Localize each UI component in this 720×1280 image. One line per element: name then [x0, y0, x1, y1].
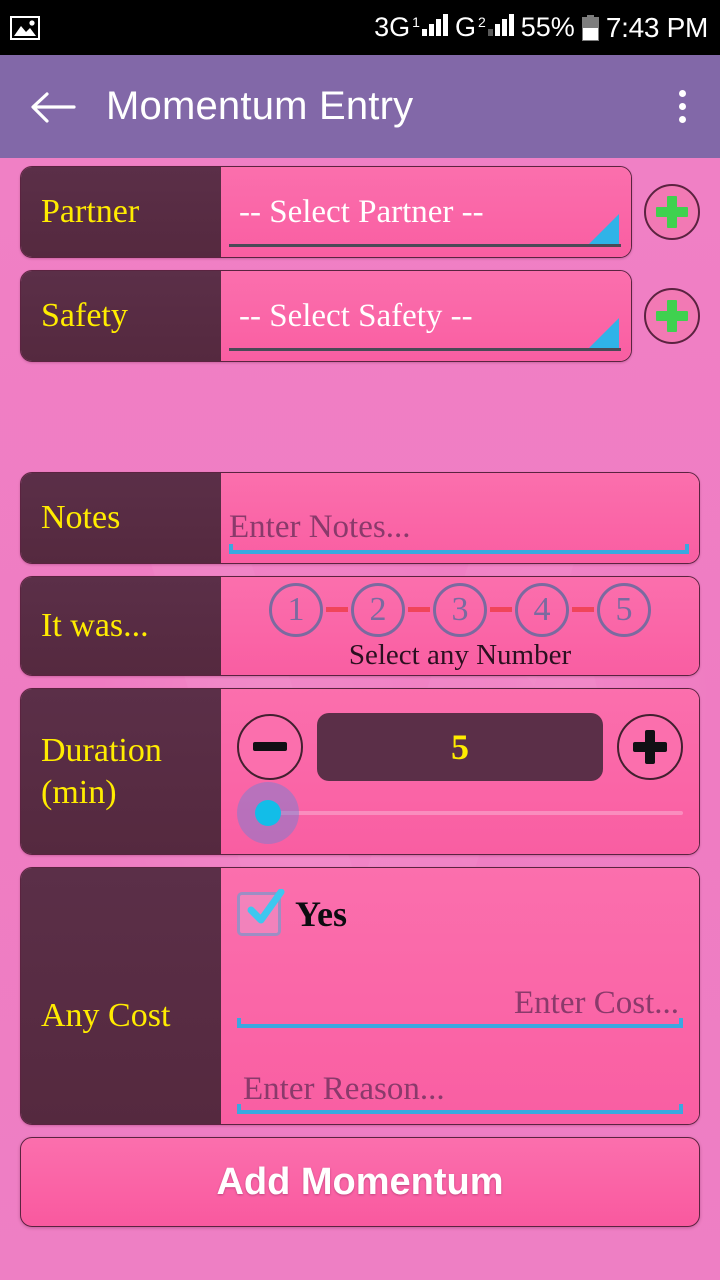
- duration-label-line2: (min): [41, 773, 117, 811]
- partner-underline: [229, 244, 621, 247]
- rating-connector-dash: [490, 607, 512, 612]
- safety-row: Safety -- Select Safety --: [0, 270, 720, 362]
- sim2-index-label: 2: [477, 14, 486, 30]
- rating-option-5[interactable]: 5: [597, 582, 651, 637]
- plus-icon: [633, 729, 667, 764]
- safety-label-block: Safety: [21, 271, 221, 361]
- form-content: Partner -- Select Partner -- Safety -- S…: [0, 158, 720, 1227]
- duration-increment-button[interactable]: [617, 713, 683, 780]
- app-bar: Momentum Entry: [0, 55, 720, 158]
- cost-reason-placeholder: Enter Reason...: [243, 1071, 445, 1107]
- rating-option-2[interactable]: 2: [351, 582, 405, 637]
- duration-decrement-button[interactable]: [237, 713, 303, 780]
- rating-hint-label: Select any Number: [348, 638, 572, 671]
- duration-label: Duration (min): [41, 730, 162, 814]
- minus-icon: [253, 742, 287, 751]
- cost-body: Yes Enter Cost... Enter Reason...: [221, 868, 699, 1124]
- rating-row: It was... 1 2 3 4 5 Select any Number: [0, 576, 720, 676]
- notes-card: Notes Enter Notes...: [20, 472, 700, 564]
- battery-percent-label: 55%: [520, 12, 575, 42]
- duration-body: 5: [221, 689, 699, 854]
- duration-value: 5: [451, 726, 469, 767]
- more-vertical-icon[interactable]: [666, 84, 698, 130]
- rating-number-group: 1 2 3 4 5: [269, 582, 651, 637]
- safety-underline: [229, 348, 621, 351]
- partner-spinner[interactable]: -- Select Partner --: [221, 167, 631, 257]
- app-screen: 3G 1 G 2 55% 7:43 PM Momentum Entry Part…: [0, 0, 720, 1280]
- sim2-network-label: G: [454, 12, 476, 42]
- notes-label-block: Notes: [21, 473, 221, 563]
- rating-connector-dash: [408, 607, 430, 612]
- partner-card: Partner -- Select Partner --: [20, 166, 632, 258]
- sim1-index-label: 1: [412, 14, 420, 30]
- cost-yes-label: Yes: [295, 894, 347, 934]
- notes-body: Enter Notes...: [221, 473, 699, 563]
- cost-row: Any Cost Yes Enter Cost... Enter Reason.…: [0, 867, 720, 1125]
- notes-row: Notes Enter Notes...: [0, 472, 720, 564]
- submit-row: Add Momentum: [0, 1137, 720, 1227]
- safety-selected-value: -- Select Safety --: [239, 297, 473, 334]
- safety-spinner[interactable]: -- Select Safety --: [221, 271, 631, 361]
- add-safety-button[interactable]: [644, 288, 700, 344]
- duration-slider[interactable]: [237, 781, 683, 844]
- sim1-signal: 3G 1: [374, 14, 448, 41]
- page-title: Momentum Entry: [106, 84, 414, 128]
- duration-label-block: Duration (min): [21, 689, 221, 854]
- checkmark-icon: [247, 889, 285, 924]
- duration-card: Duration (min) 5: [20, 688, 700, 855]
- add-partner-button[interactable]: [644, 184, 700, 240]
- duration-row: Duration (min) 5: [0, 688, 720, 855]
- duration-slider-track: [257, 810, 683, 815]
- cost-card: Any Cost Yes Enter Cost... Enter Reason.…: [20, 867, 700, 1125]
- duration-label-line1: Duration: [41, 731, 162, 769]
- cost-reason-underline: [237, 1104, 683, 1114]
- notes-label: Notes: [41, 499, 121, 536]
- clock-label: 7:43 PM: [605, 11, 708, 43]
- notes-input[interactable]: Enter Notes...: [221, 473, 699, 563]
- cost-label-block: Any Cost: [21, 868, 221, 1124]
- add-momentum-button[interactable]: Add Momentum: [20, 1137, 700, 1227]
- safety-label: Safety: [41, 297, 128, 334]
- rating-connector-dash: [326, 607, 348, 612]
- dropdown-caret-icon: [589, 318, 619, 348]
- gallery-image-icon: [10, 15, 40, 40]
- partner-selected-value: -- Select Partner --: [239, 193, 484, 230]
- sim2-signal-bars-icon: [487, 14, 514, 36]
- back-arrow-icon[interactable]: [30, 90, 76, 124]
- cost-amount-underline: [237, 1018, 683, 1028]
- add-momentum-label: Add Momentum: [216, 1160, 504, 1203]
- plus-icon: [656, 300, 688, 332]
- notes-placeholder: Enter Notes...: [229, 508, 411, 545]
- partner-label-block: Partner: [21, 167, 221, 257]
- safety-card: Safety -- Select Safety --: [20, 270, 632, 362]
- plus-icon: [656, 196, 688, 228]
- cost-amount-placeholder: Enter Cost...: [514, 985, 679, 1021]
- rating-option-4[interactable]: 4: [515, 582, 569, 637]
- sim1-signal-bars-icon: [421, 14, 448, 36]
- cost-label: Any Cost: [41, 997, 171, 1034]
- partner-row: Partner -- Select Partner --: [0, 166, 720, 258]
- duration-value-display[interactable]: 5: [317, 712, 603, 781]
- rating-option-1[interactable]: 1: [269, 582, 323, 637]
- rating-label: It was...: [41, 607, 149, 644]
- status-bar: 3G 1 G 2 55% 7:43 PM: [0, 0, 720, 55]
- dropdown-caret-icon: [589, 214, 619, 244]
- rating-card: It was... 1 2 3 4 5 Select any Number: [20, 576, 700, 676]
- partner-label: Partner: [41, 193, 140, 230]
- sim1-network-label: 3G: [374, 12, 411, 42]
- cost-reason-input[interactable]: Enter Reason...: [237, 1050, 683, 1114]
- notes-underline: [229, 544, 689, 554]
- rating-label-block: It was...: [21, 577, 221, 675]
- rating-option-3[interactable]: 3: [433, 582, 487, 637]
- rating-connector-dash: [572, 607, 594, 612]
- cost-yes-checkbox[interactable]: [237, 889, 285, 936]
- duration-slider-thumb[interactable]: [237, 781, 299, 844]
- rating-body: 1 2 3 4 5 Select any Number: [221, 577, 699, 675]
- duration-stepper: 5: [237, 712, 683, 781]
- cost-amount-input[interactable]: Enter Cost...: [237, 964, 683, 1028]
- cost-checkbox-row: Yes: [237, 886, 683, 942]
- sim2-signal: G 2: [455, 14, 514, 41]
- battery-icon: [581, 14, 599, 41]
